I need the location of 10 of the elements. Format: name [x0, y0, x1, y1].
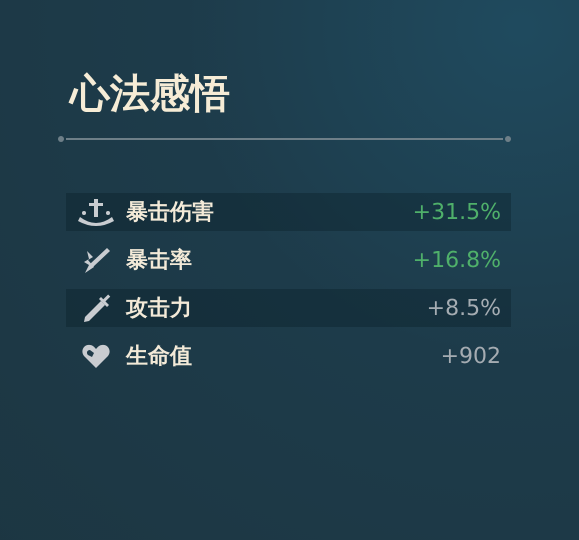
- stat-value: +902: [440, 344, 501, 368]
- stat-label: 生命值: [126, 343, 193, 371]
- stat-label: 攻击力: [126, 295, 193, 323]
- stat-value: +31.5%: [412, 200, 501, 224]
- panel-title: 心法感悟: [70, 69, 231, 119]
- stat-value: +16.8%: [412, 248, 501, 272]
- anchor-icon: [76, 197, 116, 227]
- stat-value: +8.5%: [426, 296, 501, 320]
- stat-label: 暴击伤害: [126, 198, 215, 227]
- stat-label: 暴击率: [126, 246, 193, 275]
